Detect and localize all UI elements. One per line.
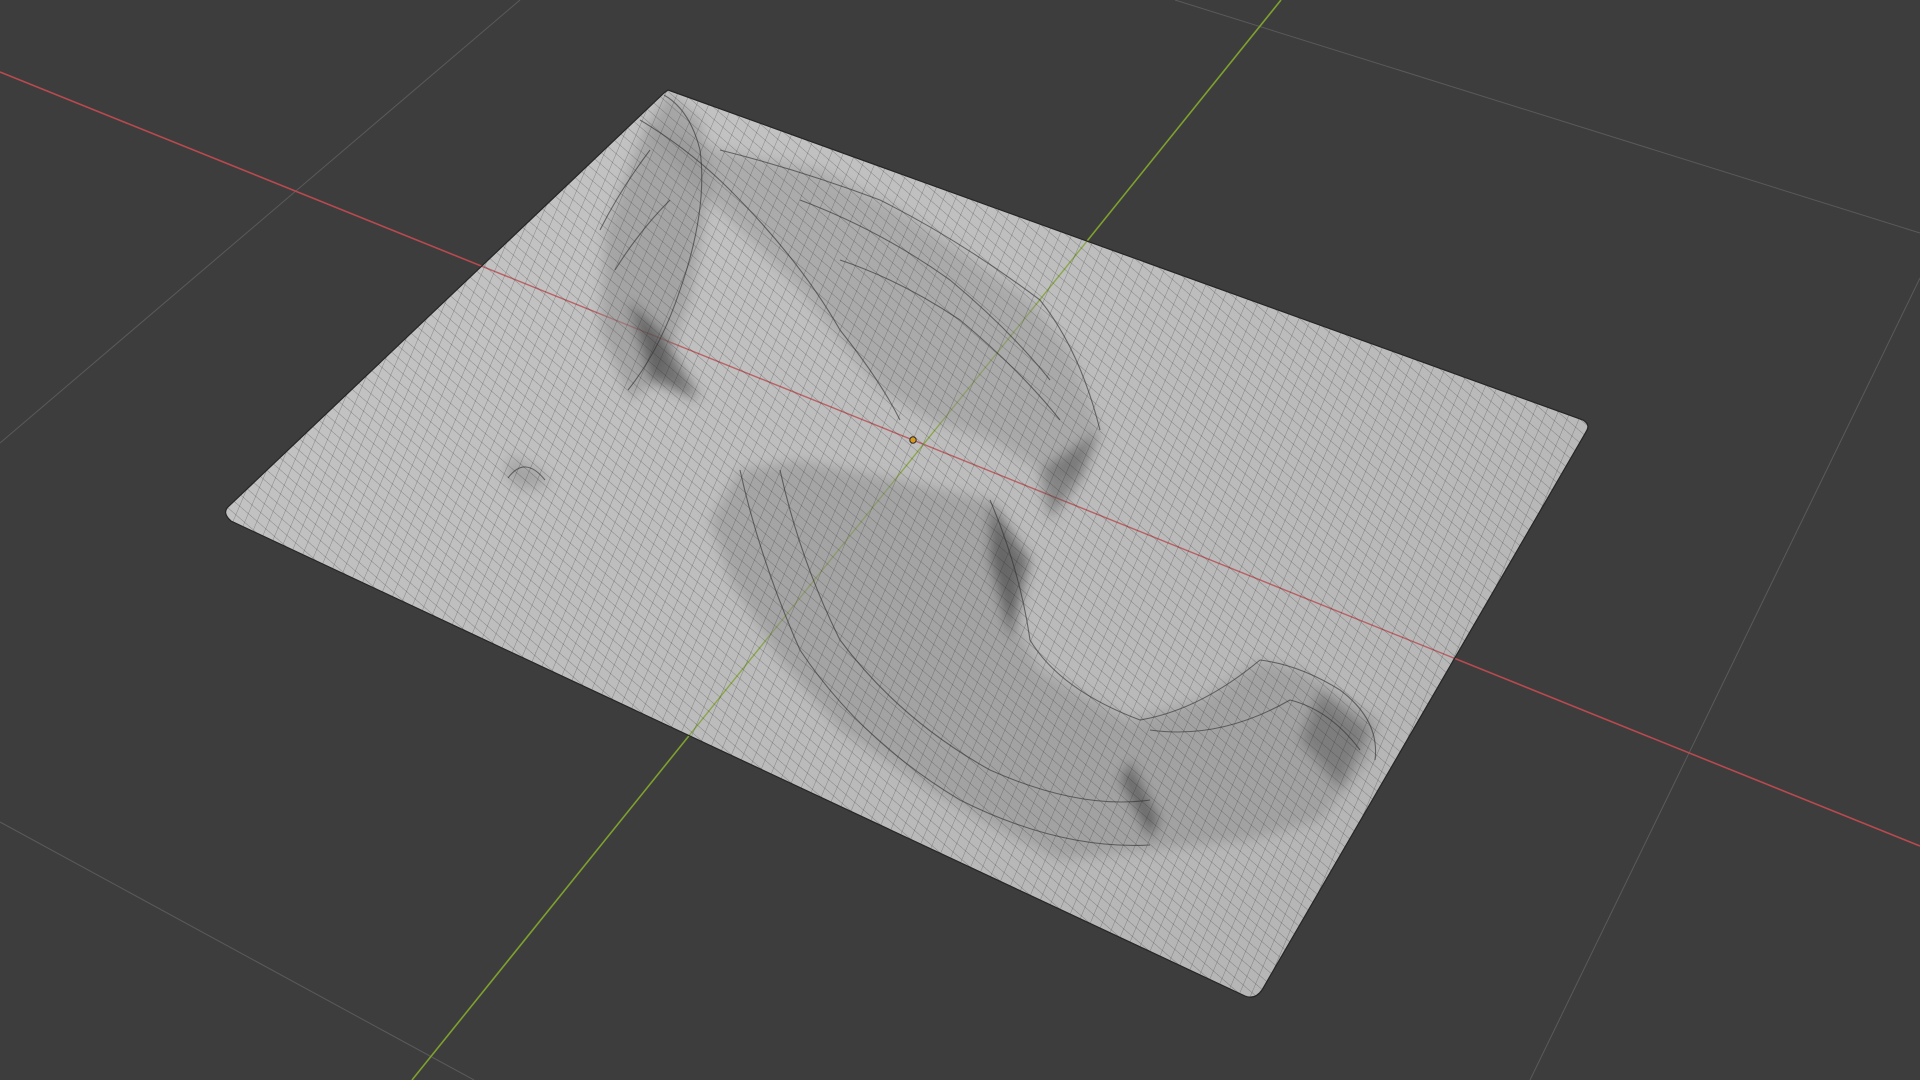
viewport-canvas[interactable] bbox=[0, 0, 1920, 1080]
3d-viewport[interactable] bbox=[0, 0, 1920, 1080]
object-origin-icon[interactable] bbox=[909, 436, 917, 444]
